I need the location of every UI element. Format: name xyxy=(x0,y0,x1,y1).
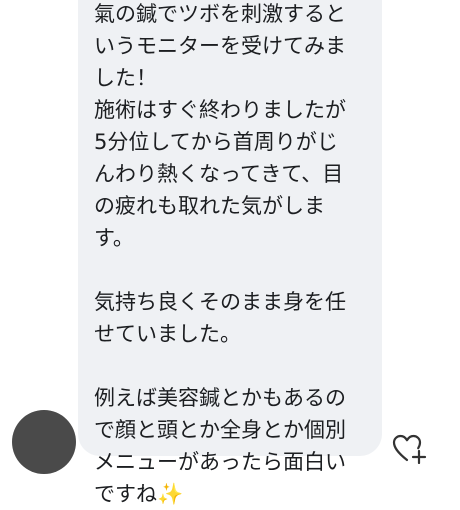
message-line: の疲れも取れた気がしま xyxy=(94,194,325,218)
message-line: いうモニターを受けてみま xyxy=(94,34,346,58)
message-bubble: 氣の鍼でツボを刺激すると いうモニターを受けてみま した！ 施術はすぐ終わりまし… xyxy=(78,0,382,506)
avatar[interactable] xyxy=(12,410,76,474)
sparkles-emoji: ✨ xyxy=(157,482,184,506)
message-line: 気持ち良くそのまま身を任 xyxy=(94,290,346,314)
message-last-line: ですね✨ xyxy=(94,478,372,510)
message-line: す。 xyxy=(94,226,134,250)
message-line-text: ですね xyxy=(94,482,157,506)
message-line: せていました。 xyxy=(94,322,241,346)
message-line: 氣の鍼でツボを刺激すると xyxy=(94,2,346,26)
message-line: 施術はすぐ終わりましたが xyxy=(94,98,346,122)
message-line: で顔と頭とか全身とか個別 xyxy=(94,418,346,442)
message-line: 5分位してから首周りがじ xyxy=(94,130,338,154)
message-line: した！ xyxy=(94,66,157,90)
message-line: メニューがあったら面白い xyxy=(94,450,346,474)
message-line: 例えば美容鍼とかもあるの xyxy=(94,386,346,410)
message-line: んわり熱くなってきて、目 xyxy=(94,162,344,186)
